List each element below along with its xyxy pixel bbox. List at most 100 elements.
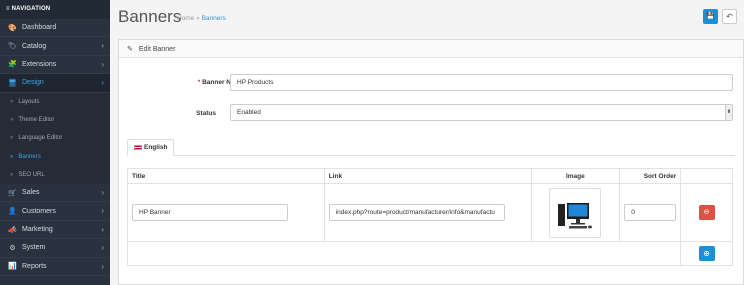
user-icon: 👤 xyxy=(8,208,17,216)
sidebar: ≡ NAVIGATION 🎨 Dashboard 🏷 Catalog › 🧩 E… xyxy=(0,0,110,285)
megaphone-icon: 📣 xyxy=(8,226,17,234)
sidebar-item-marketing[interactable]: 📣 Marketing › xyxy=(0,221,110,240)
chevron-right-icon: › xyxy=(101,188,104,198)
sidebar-item-label: Design xyxy=(22,79,44,87)
remove-row-button[interactable]: ⊖ xyxy=(698,205,715,220)
save-icon: 💾 xyxy=(706,13,715,20)
double-chevron-icon: » xyxy=(10,98,14,105)
sidebar-item-label: Extensions xyxy=(22,60,57,68)
save-button[interactable]: 💾 xyxy=(703,9,718,24)
sidebar-item-system[interactable]: ⚙ System › xyxy=(0,239,110,258)
sidebar-subitem-label: Language Editor xyxy=(18,135,63,142)
sidebar-item-extensions[interactable]: 🧩 Extensions › xyxy=(0,56,110,75)
cart-icon: 🛒 xyxy=(8,189,17,197)
banner-link-input[interactable]: index.php?route=product/manufacturer/inf… xyxy=(328,204,505,221)
sidebar-item-label: System xyxy=(22,244,46,252)
sidebar-subitem-label: Layouts xyxy=(18,98,40,105)
panel-heading: ✎ Edit Banner xyxy=(119,40,743,58)
chevron-right-icon: › xyxy=(101,243,104,253)
status-label: Status xyxy=(196,110,216,117)
table-row: HP Banner index.php?route=product/manufa… xyxy=(127,183,733,242)
panel-heading-label: Edit Banner xyxy=(138,46,176,53)
tag-icon: 🏷 xyxy=(8,43,17,51)
tab-divider xyxy=(127,155,735,156)
banner-title-input[interactable]: HP Banner xyxy=(132,204,288,221)
sidebar-item-label: Reports xyxy=(22,262,47,270)
breadcrumb-separator: » xyxy=(196,15,200,22)
banner-image-thumbnail[interactable] xyxy=(549,187,602,238)
link-cell: index.php?route=product/manufacturer/inf… xyxy=(323,183,532,242)
breadcrumb: Home » Banners xyxy=(177,15,226,22)
chevron-right-icon: › xyxy=(101,59,104,69)
reply-icon: ↶ xyxy=(726,12,733,21)
dashboard-icon: 🎨 xyxy=(8,24,17,32)
chevron-right-icon: › xyxy=(101,261,104,271)
sidebar-subitem-seo-url[interactable]: » SEO URL xyxy=(0,165,110,185)
double-chevron-icon: » xyxy=(10,153,14,160)
chevron-down-icon: › xyxy=(101,78,104,88)
sidebar-subitem-theme-editor[interactable]: » Theme Editor xyxy=(0,110,110,130)
table-header-row: Title Link Image Sort Order xyxy=(127,168,733,184)
sidebar-item-catalog[interactable]: 🏷 Catalog › xyxy=(0,37,110,56)
double-chevron-icon: » xyxy=(10,117,14,123)
sort-order-input[interactable]: 0 xyxy=(624,204,677,221)
add-row-button[interactable]: ⊕ xyxy=(698,246,715,261)
add-cell: ⊕ xyxy=(680,241,733,266)
tab-english[interactable]: English xyxy=(127,139,174,156)
breadcrumb-home-link[interactable]: Home xyxy=(177,15,194,22)
sidebar-item-design[interactable]: 🖥 Design › xyxy=(0,74,110,93)
status-select[interactable]: Enabled ⬍ xyxy=(230,104,733,121)
sidebar-item-sales[interactable]: 🛒 Sales › xyxy=(0,184,110,203)
sidebar-subitem-layouts[interactable]: » Layouts xyxy=(0,92,110,111)
sidebar-item-label: Customers xyxy=(22,207,56,215)
minus-circle-icon: ⊖ xyxy=(703,209,710,216)
double-chevron-icon: » xyxy=(10,135,14,142)
action-cell: ⊖ xyxy=(680,183,733,242)
sidebar-subitem-label: Banners xyxy=(18,153,41,160)
banner-images-table: Title Link Image Sort Order HP Banner in… xyxy=(126,168,733,266)
sidebar-item-label: Sales xyxy=(22,189,40,197)
uk-flag-icon xyxy=(134,144,142,150)
chevron-right-icon: › xyxy=(101,224,104,234)
page-title: Banners xyxy=(118,7,182,26)
bar-chart-icon: 📊 xyxy=(8,263,17,271)
column-header-title: Title xyxy=(127,168,325,184)
monitor-icon: 🖥 xyxy=(8,79,17,87)
edit-banner-panel: ✎ Edit Banner * Banner Name HP Products … xyxy=(118,39,744,285)
sidebar-item-label: Catalog xyxy=(22,42,47,50)
pencil-icon: ✎ xyxy=(127,46,133,53)
footer-spacer-cell xyxy=(126,241,682,266)
computer-product-image xyxy=(558,202,593,228)
sidebar-subitem-label: Theme Editor xyxy=(18,117,55,123)
sidebar-item-dashboard[interactable]: 🎨 Dashboard xyxy=(0,19,110,38)
chevron-right-icon: › xyxy=(101,206,104,216)
banner-name-input[interactable]: HP Products xyxy=(230,74,733,91)
sidebar-item-reports[interactable]: 📊 Reports › xyxy=(0,258,110,276)
select-arrows-icon: ⬍ xyxy=(725,105,732,120)
title-cell: HP Banner xyxy=(127,183,325,242)
sidebar-subitem-language-editor[interactable]: » Language Editor xyxy=(0,129,110,148)
sidebar-subitem-label: SEO URL xyxy=(18,171,45,178)
plus-circle-icon: ⊕ xyxy=(703,249,710,258)
column-header-image: Image xyxy=(530,168,621,184)
status-select-value: Enabled xyxy=(237,109,261,116)
nav-header: ≡ NAVIGATION xyxy=(0,0,110,19)
column-header-link: Link xyxy=(323,168,532,184)
sidebar-item-customers[interactable]: 👤 Customers › xyxy=(0,202,110,221)
sidebar-item-label: Dashboard xyxy=(22,24,57,32)
back-button[interactable]: ↶ xyxy=(722,9,737,24)
required-marker: * xyxy=(197,79,201,86)
column-header-sort-order: Sort Order xyxy=(619,168,682,184)
tab-english-label: English xyxy=(144,144,168,151)
table-footer-row: ⊕ xyxy=(126,241,733,266)
gear-icon: ⚙ xyxy=(9,244,16,252)
sidebar-subitem-banners[interactable]: » Banners xyxy=(0,147,110,166)
chevron-right-icon: › xyxy=(101,41,104,51)
puzzle-icon: 🧩 xyxy=(8,61,17,69)
double-chevron-icon: » xyxy=(10,171,14,178)
sort-order-cell: 0 xyxy=(619,183,682,242)
image-cell xyxy=(530,183,621,242)
breadcrumb-current-link[interactable]: Banners xyxy=(202,15,226,22)
column-header-action xyxy=(680,168,733,184)
sidebar-item-label: Marketing xyxy=(22,226,53,234)
